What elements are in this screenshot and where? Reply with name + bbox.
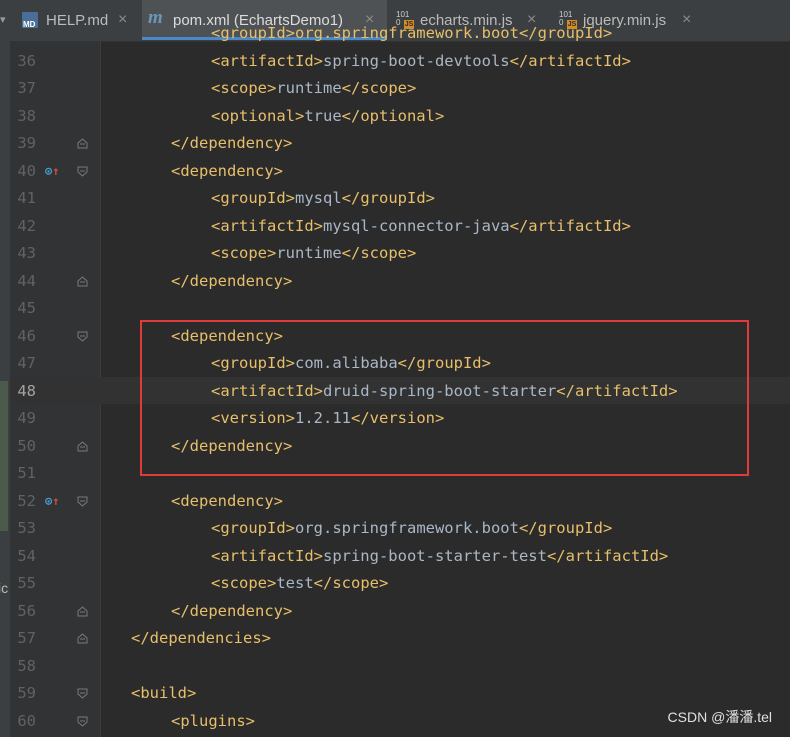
xml-element: <plugins> [171,711,255,730]
fold-open-icon[interactable] [77,688,88,699]
code-line[interactable]: 53 <groupId>org.springframework.boot</gro… [0,515,790,542]
highlight-annotation-box [140,320,749,476]
fold-close-icon[interactable] [77,138,88,149]
line-number: 46 [17,326,36,345]
line-number: 37 [17,79,36,97]
code-line[interactable]: 37 <scope>runtime</scope> [0,75,790,102]
xml-element: <artifactId>mysql-connector-java</artifa… [211,216,631,235]
code-line[interactable]: 52 ⊙↑ <dependency> [0,488,790,515]
code-line[interactable]: 58 [0,653,790,680]
xml-element: </dependency> [171,601,293,620]
fold-close-icon[interactable] [77,633,88,644]
xml-element: <dependency> [171,491,283,510]
line-number: 60 [17,711,36,730]
code-line-partial: <groupId>org.springframework.boot</group… [211,24,613,42]
xml-element: <optional>true</optional> [211,106,445,125]
line-number: 56 [17,601,36,620]
line-number: 59 [17,684,36,702]
line-number: 52 [17,491,36,510]
xml-element: </dependency> [171,134,293,152]
fold-open-icon[interactable] [77,716,88,727]
fold-close-icon[interactable] [77,605,88,617]
line-number: 50 [17,436,36,455]
xml-element: <scope>runtime</scope> [211,244,417,262]
xml-element: <build> [131,684,197,702]
fold-open-icon[interactable] [77,331,88,342]
line-number: 58 [17,656,36,675]
line-number: 47 [17,354,36,372]
xml-element: <groupId>org.springframework.boot</group… [211,519,613,537]
xml-element: </dependency> [171,271,293,290]
line-number: 38 [17,106,36,125]
line-number: 36 [17,51,36,70]
xml-element: <dependency> [171,161,283,180]
code-line[interactable]: 44 </dependency> [0,268,790,295]
line-number: 51 [17,464,36,482]
code-line[interactable]: 39 </dependency> [0,130,790,157]
implementation-marker-icon[interactable]: ⊙↑ [45,488,59,515]
xml-element: <groupId>mysql</groupId> [211,189,435,207]
xml-element: <artifactId>spring-boot-devtools</artifa… [211,51,631,70]
code-line[interactable]: 41 <groupId>mysql</groupId> [0,185,790,212]
line-number: 54 [17,546,36,565]
code-line[interactable]: 40 ⊙↑ <dependency> [0,158,790,185]
xml-element: <scope>test</scope> [211,574,389,592]
code-line[interactable]: 57 </dependencies> [0,625,790,652]
code-line[interactable]: 56 </dependency> [0,598,790,625]
code-line[interactable]: 55 <scope>test</scope> [0,570,790,597]
line-number: 42 [17,216,36,235]
xml-element: <artifactId>spring-boot-starter-test</ar… [211,546,669,565]
line-number: 48 [17,381,36,400]
line-number: 53 [17,519,36,537]
line-number: 39 [17,134,36,152]
code-line[interactable]: 43 <scope>runtime</scope> [0,240,790,267]
fold-close-icon[interactable] [77,275,88,287]
code-line[interactable]: 59 <build> [0,680,790,707]
line-number: 40 [17,161,36,180]
code-line[interactable]: 45 [0,295,790,322]
line-number: 55 [17,574,36,592]
code-line[interactable]: 38 <optional>true</optional> [0,103,790,130]
line-number: 44 [17,271,36,290]
fold-open-icon[interactable] [77,496,88,507]
watermark: CSDN @潘潘.tel [667,709,772,725]
fold-open-icon[interactable] [77,166,88,177]
code-line[interactable]: 36 <artifactId>spring-boot-devtools</arti… [0,48,790,75]
line-number: 57 [17,629,36,647]
xml-element: </dependencies> [131,629,271,647]
code-line[interactable]: 54 <artifactId>spring-boot-starter-test</… [0,543,790,570]
line-number: 45 [17,299,36,317]
line-number: 49 [17,409,36,427]
xml-element: <scope>runtime</scope> [211,79,417,97]
fold-close-icon[interactable] [77,440,88,452]
line-number: 41 [17,189,36,207]
implementation-marker-icon[interactable]: ⊙↑ [45,158,59,185]
code-line[interactable]: 42 <artifactId>mysql-connector-java</arti… [0,213,790,240]
line-number: 43 [17,244,36,262]
